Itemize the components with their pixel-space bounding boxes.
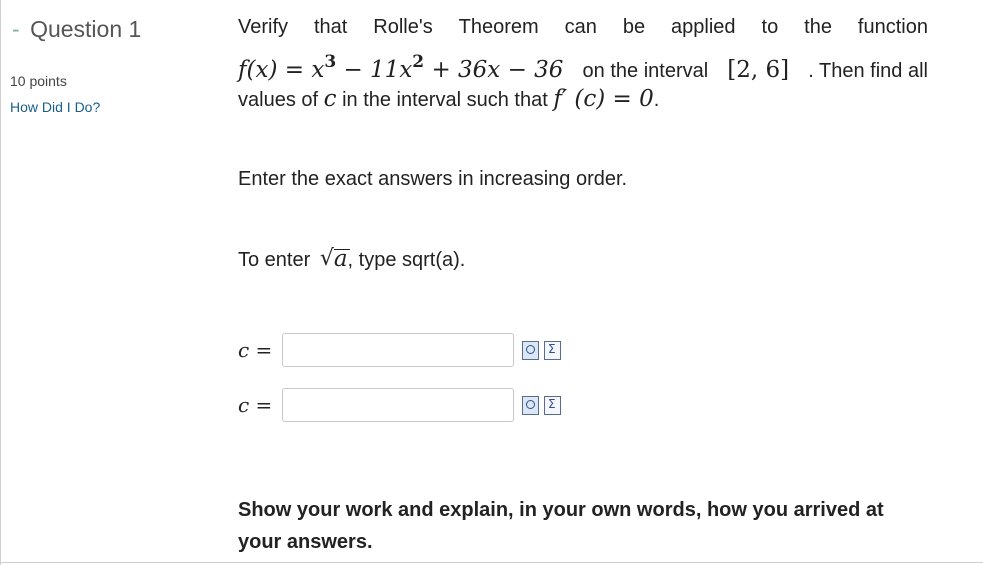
problem-line-3: values of c in the interval such that f′… [238,86,660,112]
word: applied [671,16,736,38]
left-border [0,0,1,565]
preview-icon[interactable] [522,340,539,360]
problem-line-2: f(x) = x3 − 11x2 + 36x − 36 on the inter… [238,52,928,83]
c-variable: c [323,86,337,112]
interval-expression: [2, 6] [727,57,790,83]
equation-editor-icon[interactable] [544,395,561,415]
word: be [622,16,646,38]
word: to [761,16,779,38]
then-find-all-text: . Then find all [808,60,928,82]
sqrt-symbol: √ a [319,246,350,272]
order-instruction: Enter the exact answers in increasing or… [238,168,628,190]
answer-input-2[interactable] [282,388,514,422]
word: that [313,16,348,38]
problem-line-1: Verify that Rolle's Theorem can be appli… [238,16,928,39]
answer-label: c = [238,393,273,417]
answer-row-1: c = [238,331,561,369]
question-title-text: Question 1 [30,16,142,42]
word: can [564,16,597,38]
word: Rolle's [373,16,433,38]
answer-row-2: c = [238,386,561,424]
word: Theorem [458,16,539,38]
word: function [857,16,928,38]
question-title: - Question 1 [12,16,141,43]
points-label: 10 points [10,73,67,89]
word: the [804,16,832,38]
function-expression: f(x) = x3 − 11x2 + 36x − 36 [238,52,564,83]
equation-editor-icon[interactable] [544,340,561,360]
bottom-border [0,562,983,563]
answer-label: c = [238,338,273,362]
derivative-condition: f′ (c) = 0 [553,86,654,112]
collapse-dash[interactable]: - [12,16,20,42]
preview-icon[interactable] [522,395,539,415]
word: Verify [238,16,289,38]
how-did-i-do-link[interactable]: How Did I Do? [10,99,100,115]
on-the-interval-text: on the interval [582,60,709,82]
answer-input-1[interactable] [282,333,514,367]
work-prompt: Show your work and explain, in your own … [238,499,884,553]
sqrt-instruction: To enter √ a , type sqrt(a). [238,246,466,272]
